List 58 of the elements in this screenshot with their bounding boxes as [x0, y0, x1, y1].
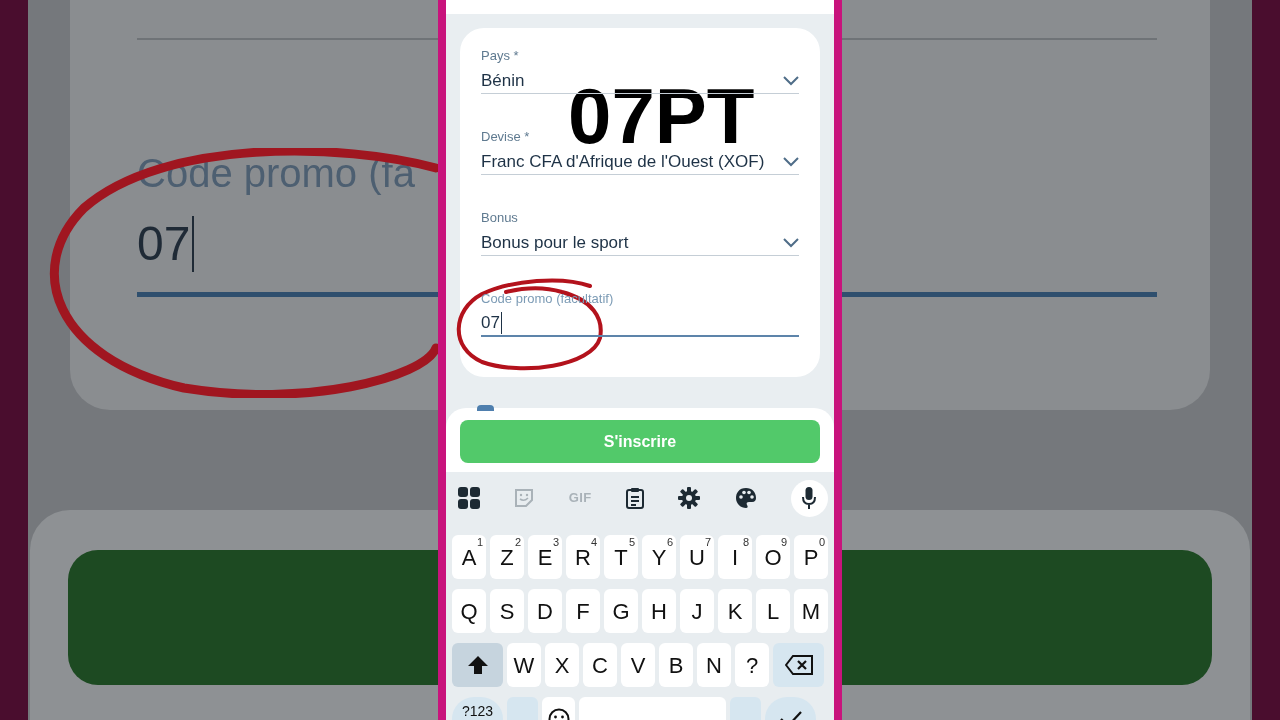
key-hint: 6 — [666, 536, 673, 548]
chevron-down-icon — [783, 156, 799, 167]
key[interactable]: H — [642, 589, 676, 633]
key[interactable]: Y 6 — [642, 535, 676, 579]
shift-key[interactable] — [452, 643, 503, 687]
key[interactable]: M — [794, 589, 828, 633]
key-hint: 0 — [818, 536, 825, 548]
key[interactable]: G — [604, 589, 638, 633]
checkbox[interactable] — [477, 405, 494, 411]
microphone-button[interactable] — [791, 479, 828, 517]
backspace-icon — [784, 655, 813, 675]
palette-icon[interactable] — [734, 487, 757, 509]
key[interactable]: W — [507, 643, 541, 687]
backdrop-field-value: 07 — [137, 216, 195, 272]
key[interactable]: F — [566, 589, 600, 633]
chevron-down-icon — [783, 75, 799, 86]
key[interactable]: K — [718, 589, 752, 633]
input-field[interactable]: 07 — [481, 311, 799, 337]
chevron-down-icon — [783, 237, 799, 248]
key[interactable]: T 5 — [604, 535, 638, 579]
key[interactable]: S — [490, 589, 524, 633]
key[interactable]: D — [528, 589, 562, 633]
key[interactable]: I 8 — [718, 535, 752, 579]
key-hint: 2 — [514, 536, 521, 548]
microphone-icon — [802, 487, 817, 509]
select-field[interactable]: Bonus pour le sport — [481, 230, 799, 256]
key-hint: 4 — [590, 536, 597, 548]
key[interactable]: U 7 — [680, 535, 714, 579]
key-hint: 1 — [476, 536, 483, 548]
key-hint: 9 — [780, 536, 787, 548]
key[interactable]: R 4 — [566, 535, 600, 579]
apps-grid-icon[interactable] — [458, 487, 480, 509]
field-label: Bonus — [481, 210, 518, 226]
key[interactable]: Q — [452, 589, 486, 633]
key[interactable]: V — [621, 643, 655, 687]
key[interactable]: N — [697, 643, 731, 687]
clipboard-icon[interactable] — [625, 487, 644, 509]
settings-icon[interactable] — [678, 487, 701, 509]
key[interactable]: ? — [735, 643, 769, 687]
key[interactable]: X — [545, 643, 579, 687]
field-label: Devise * — [481, 129, 530, 145]
field-label: Pays * — [481, 48, 519, 64]
key[interactable]: B — [659, 643, 693, 687]
key[interactable]: O 9 — [756, 535, 790, 579]
key[interactable]: P 0 — [794, 535, 828, 579]
shift-arrow-icon — [467, 656, 488, 674]
key-hint: 7 — [704, 536, 711, 548]
key[interactable]: Z 2 — [490, 535, 524, 579]
key[interactable]: A 1 — [452, 535, 486, 579]
key-hint: 5 — [628, 536, 635, 548]
key[interactable]: E 3 — [528, 535, 562, 579]
symbols-key[interactable]: ?123 — [452, 697, 503, 720]
key[interactable]: C — [583, 643, 617, 687]
key[interactable]: L — [756, 589, 790, 633]
key-hint: 8 — [742, 536, 749, 548]
key-hint: 3 — [552, 536, 559, 548]
backspace-key[interactable] — [773, 643, 824, 687]
key[interactable]: J — [680, 589, 714, 633]
